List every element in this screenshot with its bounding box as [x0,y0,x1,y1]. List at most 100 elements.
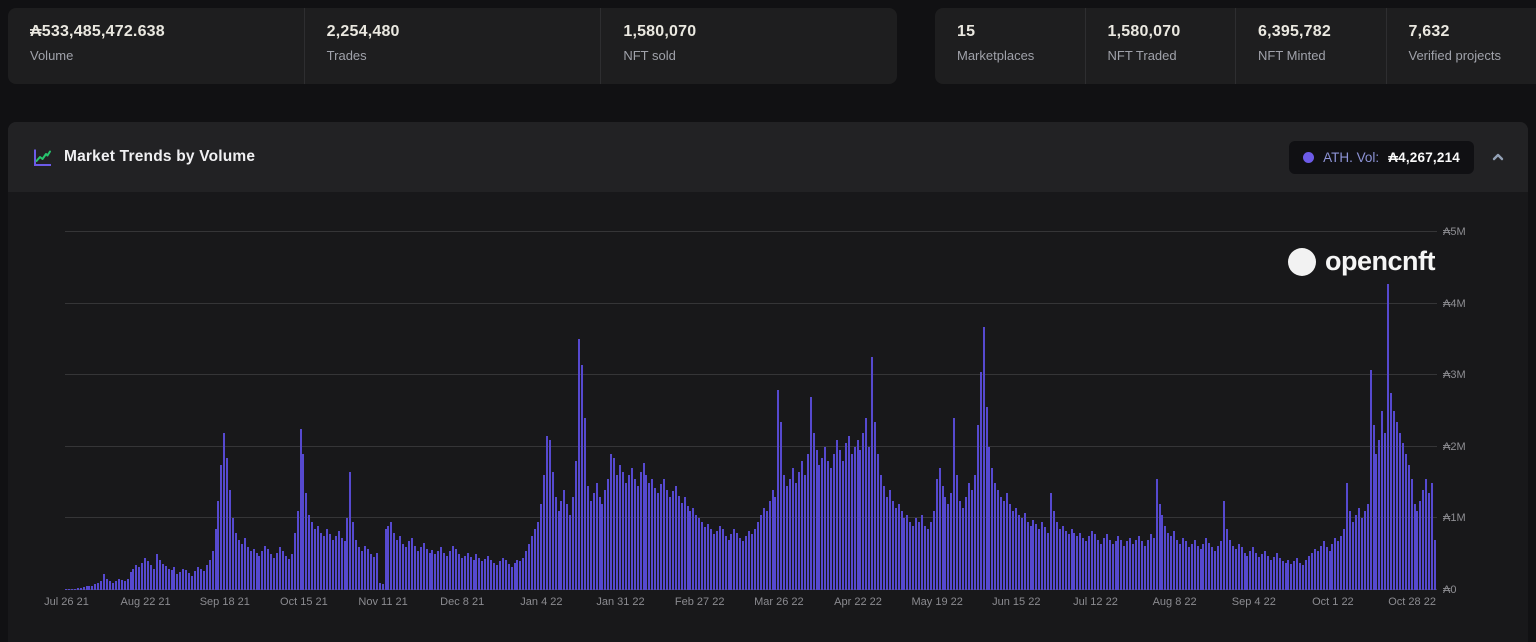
ath-value: ₳4,267,214 [1388,150,1460,165]
volume-bar [895,508,897,590]
volume-bar [736,533,738,590]
volume-bar [871,357,873,590]
stat-verified-projects: 7,632 Verified projects [1386,8,1536,84]
volume-bar [733,529,735,590]
market-trends-panel: Market Trends by Volume ATH. Vol: ₳4,267… [8,122,1528,642]
volume-bar [256,553,258,590]
volume-bar [830,468,832,590]
volume-bar [1073,533,1075,590]
volume-bar [971,490,973,590]
volume-bar [1135,540,1137,590]
volume-bar [1390,393,1392,590]
volume-bar [1290,564,1292,590]
volume-bar [1129,538,1131,590]
volume-bar [484,559,486,591]
volume-bar [478,558,480,590]
volume-bar [446,556,448,590]
volume-bar [1091,531,1093,590]
x-tick-label: Jul 26 21 [44,596,89,608]
volume-bar [789,479,791,590]
volume-bar [681,503,683,590]
ath-volume-legend-badge[interactable]: ATH. Vol: ₳4,267,214 [1289,141,1474,174]
x-tick-label: Oct 1 22 [1312,596,1354,608]
volume-bar [766,511,768,590]
volume-bar [165,566,167,590]
volume-bar [282,551,284,590]
volume-bar [977,425,979,590]
volume-bar [613,458,615,591]
volume-bar [1120,540,1122,590]
volume-bar [924,526,926,590]
volume-bar [132,569,134,591]
volume-bar [1411,479,1413,590]
volume-bar [502,558,504,590]
volume-bar [1244,553,1246,590]
volume-bar [344,541,346,590]
volume-bar [1056,522,1058,590]
stat-nft-traded-value: 1,580,070 [1108,23,1236,41]
volume-bar [200,569,202,591]
volume-bar [1299,563,1301,590]
volume-bar [291,554,293,590]
volume-bar [408,541,410,590]
volume-bar [590,501,592,591]
volume-bar [1018,515,1020,590]
volume-bar [1117,536,1119,590]
volume-bar [604,490,606,590]
volume-bar [212,551,214,590]
volume-bar [68,589,70,590]
volume-bar [555,497,557,590]
volume-bar [1358,508,1360,590]
volume-bar [124,581,126,590]
collapse-panel-button[interactable] [1490,149,1506,165]
volume-bar [1176,540,1178,590]
volume-bar [1293,561,1295,590]
volume-bar [387,526,389,590]
volume-bar [1334,538,1336,590]
volume-bar [358,547,360,590]
volume-bar [1182,538,1184,590]
volume-bar [396,540,398,590]
volume-bar [1267,556,1269,590]
volume-bar [455,549,457,591]
volume-bar [267,549,269,591]
volume-bar [1003,501,1005,591]
volume-bar-chart-plot[interactable]: opencnft [65,232,1437,590]
volume-bar [431,550,433,590]
volume-bar [130,572,132,590]
volume-bar [1141,541,1143,590]
volume-bar [1112,544,1114,591]
y-tick-label: ₳4M [1443,298,1466,310]
volume-bar [244,538,246,590]
opencnft-logo-icon [1288,248,1316,276]
volume-bar [209,560,211,590]
volume-bar [637,486,639,590]
volume-bar [308,515,310,590]
volume-bar [1132,544,1134,591]
volume-bar [1030,526,1032,590]
volume-bar [329,534,331,590]
volume-bar [1217,546,1219,590]
volume-bar [560,501,562,591]
volume-bar [625,483,627,590]
volume-bar [1059,529,1061,590]
volume-bar [959,501,961,591]
stats-group-ecosystem: 15 Marketplaces 1,580,070 NFT Traded 6,3… [935,8,1536,84]
volume-bar [1381,411,1383,590]
volume-bar [1408,465,1410,590]
volume-bar [1337,541,1339,590]
volume-bar [373,557,375,590]
volume-bar [516,560,518,590]
volume-bar [584,418,586,590]
volume-bar [83,587,85,590]
volume-bar [848,436,850,590]
volume-bar [1249,551,1251,590]
volume-bar [695,515,697,590]
volume-bar [338,531,340,590]
watermark-text: opencnft [1325,246,1435,277]
volume-bar [1035,524,1037,590]
stat-marketplaces-value: 15 [957,23,1085,41]
volume-bar [774,497,776,590]
volume-bar [1185,541,1187,590]
volume-bar [229,490,231,590]
